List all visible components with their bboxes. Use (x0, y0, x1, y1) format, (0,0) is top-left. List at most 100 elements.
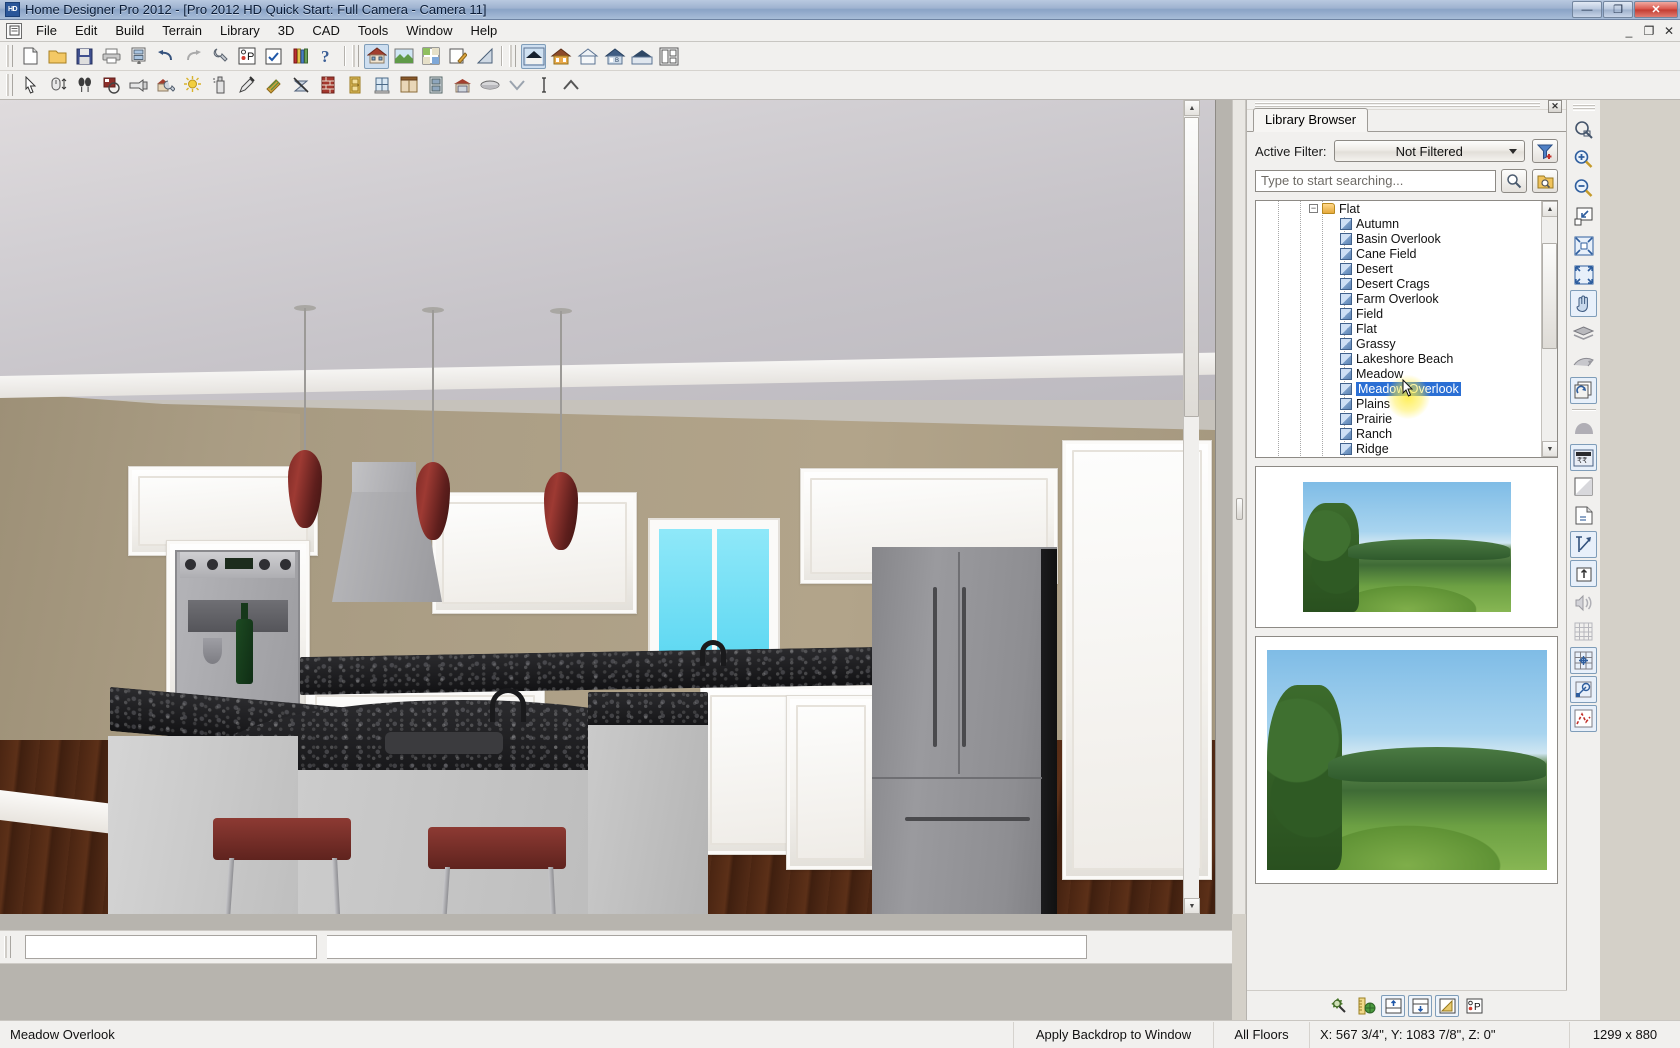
toolbar-grip-3[interactable] (509, 45, 516, 67)
dimension-icon[interactable] (531, 73, 556, 98)
grid-icon[interactable] (1570, 618, 1597, 645)
library-tree[interactable]: − Flat Autumn Basin Overlook Cane Field … (1255, 200, 1558, 458)
panel-down-icon[interactable] (1408, 995, 1432, 1017)
tree-item-grassy[interactable]: Grassy (1256, 336, 1541, 351)
save-plan-icon[interactable] (72, 44, 97, 69)
tree-item-lakeshore-beach[interactable]: Lakeshore Beach (1256, 351, 1541, 366)
refresh-display-icon[interactable] (1570, 377, 1597, 404)
splitter-grip[interactable] (1236, 498, 1243, 520)
close-button[interactable]: ✕ (1634, 1, 1678, 18)
tree-expander-icon[interactable]: − (1309, 204, 1318, 213)
slab-icon[interactable] (477, 73, 502, 98)
tab-library-browser[interactable]: Library Browser (1253, 108, 1368, 132)
tree-item-cane-field[interactable]: Cane Field (1256, 246, 1541, 261)
chevron-down-icon[interactable] (504, 73, 529, 98)
mdi-restore-button[interactable]: ❐ (1641, 24, 1657, 38)
roof-hip-icon[interactable] (548, 44, 573, 69)
print-preview-icon[interactable] (126, 44, 151, 69)
toolbar-grip[interactable] (6, 45, 13, 67)
viewport-entry-field-2[interactable] (327, 935, 1087, 959)
menu-terrain[interactable]: Terrain (153, 20, 211, 41)
document-icon[interactable] (6, 23, 22, 39)
cube-perspective-icon[interactable] (1435, 995, 1459, 1017)
object-snap-icon[interactable] (1570, 705, 1597, 732)
tree-node-flat-root[interactable]: − Flat (1256, 201, 1541, 216)
roof-gambrel-icon[interactable]: B (602, 44, 627, 69)
tree-item-ranch[interactable]: Ranch (1256, 426, 1541, 441)
up-box-icon[interactable] (1570, 560, 1597, 587)
roof-shed-icon[interactable] (575, 44, 600, 69)
chevron-up-icon[interactable] (558, 73, 583, 98)
help-icon[interactable]: ? (315, 44, 340, 69)
library-browser-icon[interactable] (288, 44, 313, 69)
new-plan-icon[interactable] (18, 44, 43, 69)
plan-card-icon[interactable]: P (1462, 995, 1486, 1017)
tree-item-flat[interactable]: Flat (1256, 321, 1541, 336)
garage-icon[interactable] (450, 73, 475, 98)
layers-icon[interactable] (1570, 319, 1597, 346)
print-icon[interactable] (99, 44, 124, 69)
magnifier-icon[interactable] (1501, 169, 1527, 193)
edit-area-icon[interactable] (445, 44, 470, 69)
minimize-button[interactable]: — (1572, 1, 1602, 18)
menu-file[interactable]: File (27, 20, 66, 41)
viewport-vertical-scrollbar[interactable]: ▲ ▼ (1183, 100, 1199, 914)
menu-library[interactable]: Library (211, 20, 269, 41)
active-filter-select[interactable]: Not Filtered (1334, 140, 1525, 162)
tree-item-prairie[interactable]: Prairie (1256, 411, 1541, 426)
pan-hand-icon[interactable] (1570, 290, 1597, 317)
ruler-globe-icon[interactable] (1354, 995, 1378, 1017)
menu-3d[interactable]: 3D (269, 20, 304, 41)
view-toolbar-grip[interactable] (1573, 104, 1595, 111)
cabinet-icon[interactable] (396, 73, 421, 98)
magnifier-gear-icon[interactable] (1327, 995, 1351, 1017)
menu-window[interactable]: Window (397, 20, 461, 41)
material-painter-icon[interactable] (99, 73, 124, 98)
diagonal-arrow-icon[interactable] (1570, 531, 1597, 558)
tree-item-autumn[interactable]: Autumn (1256, 216, 1541, 231)
no-fill-icon[interactable] (288, 73, 313, 98)
bottom-strip-grip[interactable] (4, 936, 11, 958)
backdrop-icon[interactable] (1570, 415, 1597, 442)
tree-item-farm-overlook[interactable]: Farm Overlook (1256, 291, 1541, 306)
window-icon[interactable] (369, 73, 394, 98)
sound-icon[interactable] (1570, 589, 1597, 616)
apply-backdrop-icon[interactable]: ₹₹ (1570, 444, 1597, 471)
menu-cad[interactable]: CAD (303, 20, 348, 41)
fit-all-icon[interactable] (1570, 232, 1597, 259)
tree-vertical-scrollbar[interactable]: ▲ ▼ (1541, 201, 1557, 457)
door-icon[interactable] (342, 73, 367, 98)
eyedropper-icon[interactable] (234, 73, 259, 98)
spray-icon[interactable] (207, 73, 232, 98)
tree-scroll-thumb[interactable] (1542, 243, 1557, 349)
fill-window-icon[interactable] (1570, 203, 1597, 230)
roof-gable-icon[interactable] (521, 44, 546, 69)
wall-icon[interactable] (315, 73, 340, 98)
folder-search-icon[interactable] (1532, 169, 1558, 193)
roof-plan-icon[interactable] (656, 44, 681, 69)
tree-item-ridge[interactable]: Ridge (1256, 441, 1541, 456)
tree-item-plains[interactable]: Plains (1256, 396, 1541, 411)
zoom-in-icon[interactable] (1570, 145, 1597, 172)
material-swatch-icon[interactable] (261, 73, 286, 98)
select-arrow-icon[interactable] (18, 73, 43, 98)
zoom-window-icon[interactable] (1570, 116, 1597, 143)
tree-item-meadow-overlook[interactable]: Meadow Overlook (1256, 381, 1541, 396)
arrow-swoosh-icon[interactable] (1570, 348, 1597, 375)
menu-tools[interactable]: Tools (349, 20, 397, 41)
roof-flat-icon[interactable] (629, 44, 654, 69)
shadow-icon[interactable] (1570, 473, 1597, 500)
menu-help[interactable]: Help (461, 20, 506, 41)
cad-detail-icon[interactable] (472, 44, 497, 69)
mdi-close-button[interactable]: ✕ (1661, 24, 1677, 38)
undo-icon[interactable] (153, 44, 178, 69)
toolbar2-grip[interactable] (6, 74, 13, 96)
plan-check-icon[interactable]: P (234, 44, 259, 69)
appliance-icon[interactable] (423, 73, 448, 98)
menu-edit[interactable]: Edit (66, 20, 106, 41)
terrain-view-icon[interactable] (391, 44, 416, 69)
panel-up-icon[interactable] (1381, 995, 1405, 1017)
vertical-scroll-thumb[interactable] (1184, 117, 1199, 417)
mdi-minimize-button[interactable]: _ (1621, 24, 1637, 38)
panel-splitter[interactable] (1232, 100, 1246, 914)
